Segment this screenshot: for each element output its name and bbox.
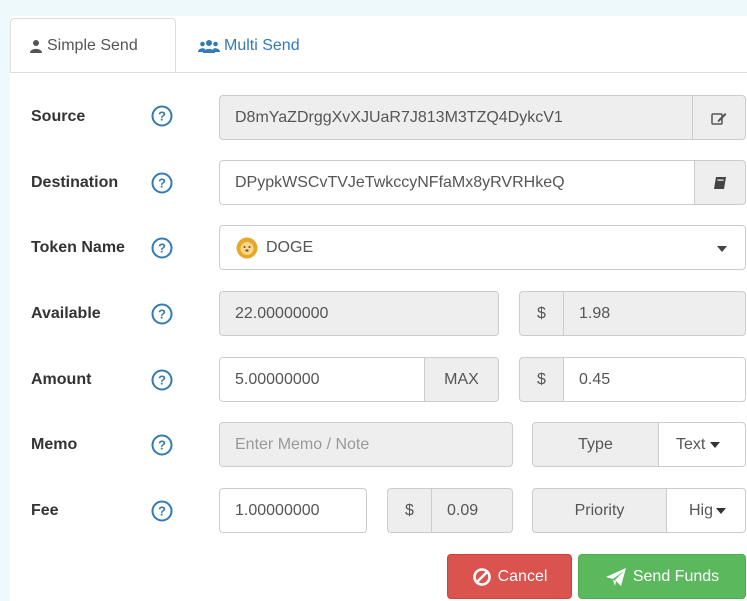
svg-text:?: ?	[158, 438, 166, 453]
available-amount-value: 22.00000000	[235, 304, 329, 322]
destination-help-icon[interactable]: ?	[151, 172, 173, 194]
destination-address-value: DPypkWSCvTVJeTwkccyNFfaMx8yRVRHkeQ	[235, 173, 565, 191]
svg-text:?: ?	[158, 176, 166, 191]
tab-multi-send-label: Multi Send	[224, 36, 300, 54]
source-help-icon[interactable]: ?	[151, 105, 173, 127]
memo-type-addon: Type	[532, 422, 659, 467]
source-edit-button[interactable]	[692, 95, 746, 140]
tab-multi-send[interactable]: Multi Send	[198, 18, 318, 73]
address-book-button[interactable]	[694, 160, 746, 205]
amount-label: Amount	[31, 371, 92, 388]
send-funds-button-label: Send Funds	[632, 567, 720, 585]
amount-usd-value: 0.45	[579, 370, 611, 388]
source-address-value: D8mYaZDrggXvXJUaR7J813M3TZQ4DykcV1	[235, 108, 563, 126]
source-label: Source	[31, 108, 86, 125]
send-funds-button[interactable]: Send Funds	[578, 554, 746, 599]
ban-icon	[472, 567, 491, 586]
available-amount-field: 22.00000000	[219, 291, 499, 336]
amount-currency-addon: $	[519, 357, 564, 402]
available-currency-addon: $	[519, 291, 564, 336]
svg-text:?: ?	[158, 109, 166, 124]
paper-plane-icon	[605, 567, 626, 586]
memo-input[interactable]: Enter Memo / Note	[219, 422, 513, 467]
chevron-down-icon	[716, 507, 726, 514]
tabs-divider	[10, 72, 747, 73]
amount-input-value: 5.00000000	[235, 370, 320, 388]
amount-help-icon[interactable]: ?	[151, 369, 173, 391]
available-usd-field: 1.98	[563, 291, 746, 336]
token-name-help-icon[interactable]: ?	[151, 237, 173, 259]
tab-simple-send[interactable]: Simple Send	[10, 18, 176, 73]
max-button[interactable]: MAX	[424, 357, 499, 402]
fee-dollar-sign: $	[405, 501, 414, 519]
source-address-field[interactable]: D8mYaZDrggXvXJUaR7J813M3TZQ4DykcV1	[219, 95, 693, 140]
address-book-icon	[714, 176, 726, 189]
priority-select[interactable]: Hig	[666, 488, 746, 533]
memo-label: Memo	[31, 436, 78, 453]
svg-text:?: ?	[158, 241, 166, 256]
token-name-label: Token Name	[31, 239, 125, 256]
fee-input[interactable]: 1.00000000	[219, 488, 367, 533]
chevron-down-icon	[710, 441, 721, 448]
available-usd-value: 1.98	[579, 304, 611, 322]
tab-simple-send-label: Simple Send	[47, 36, 138, 54]
destination-address-field[interactable]: DPypkWSCvTVJeTwkccyNFfaMx8yRVRHkeQ	[219, 160, 695, 205]
doge-coin-icon	[236, 237, 258, 258]
users-icon	[198, 39, 220, 53]
priority-label: Priority	[574, 501, 625, 519]
cancel-button[interactable]: Cancel	[447, 554, 572, 599]
available-dollar-sign: $	[537, 304, 546, 322]
amount-input[interactable]: 5.00000000	[219, 357, 425, 402]
priority-value: Hig	[688, 501, 713, 519]
max-button-label: MAX	[444, 370, 479, 388]
amount-usd-input[interactable]: 0.45	[563, 357, 746, 402]
token-select[interactable]: DOGE	[219, 225, 746, 270]
memo-type-select[interactable]: Text	[658, 422, 746, 467]
available-label: Available	[31, 305, 101, 322]
memo-type-value: Text	[676, 435, 706, 453]
fee-input-value: 1.00000000	[235, 501, 320, 519]
svg-text:?: ?	[158, 373, 166, 388]
fee-label: Fee	[31, 502, 59, 519]
svg-text:?: ?	[158, 504, 166, 519]
user-icon	[30, 39, 42, 53]
svg-text:?: ?	[158, 307, 166, 322]
chevron-down-icon	[717, 246, 727, 252]
fee-help-icon[interactable]: ?	[151, 500, 173, 522]
destination-label: Destination	[31, 174, 119, 191]
memo-placeholder: Enter Memo / Note	[235, 435, 370, 453]
amount-dollar-sign: $	[537, 370, 546, 388]
cancel-button-label: Cancel	[497, 567, 548, 585]
priority-addon: Priority	[532, 488, 667, 533]
token-select-value: DOGE	[266, 238, 314, 256]
memo-help-icon[interactable]: ?	[151, 434, 173, 456]
fee-usd-value: 0.09	[447, 501, 479, 519]
fee-currency-addon: $	[387, 488, 432, 533]
edit-icon	[711, 112, 727, 125]
fee-usd-field: 0.09	[431, 488, 513, 533]
available-help-icon[interactable]: ?	[151, 303, 173, 325]
memo-type-label: Type	[578, 435, 613, 453]
